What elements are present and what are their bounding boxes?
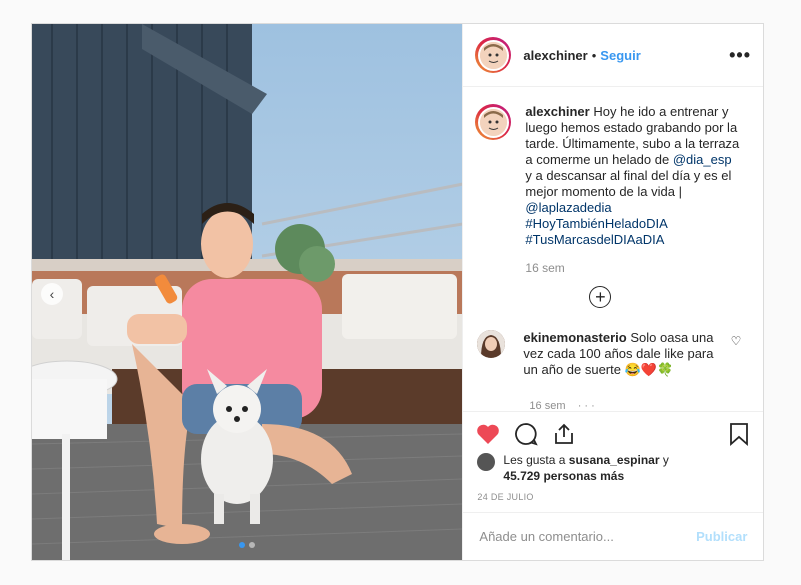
post-date[interactable]: 24 DE JULIO — [477, 492, 533, 502]
caption-body-2: y a descansar al final del día y es el m… — [525, 168, 732, 199]
chevron-left-icon[interactable]: ‹ — [41, 283, 63, 305]
post-photo[interactable]: ‹ — [32, 24, 463, 560]
header-username[interactable]: alexchiner — [523, 48, 587, 63]
hashtag-1[interactable]: #HoyTambiénHeladoDIA — [525, 216, 667, 231]
likes-prefix: Les gusta a — [503, 453, 566, 467]
header-separator: • — [591, 47, 597, 63]
bookmark-icon[interactable] — [728, 422, 750, 446]
post-header: alexchiner • Seguir ••• — [463, 24, 763, 87]
comment-input[interactable]: Añade un comentario... — [479, 529, 613, 544]
post-side-panel: alexchiner • Seguir ••• alexchiner Hoy h… — [462, 24, 764, 560]
next-comment-cutoff: 16 sem · · · — [529, 400, 595, 411]
add-comment-bar: Añade un comentario... Publicar — [463, 512, 764, 560]
add-circle-icon[interactable]: + — [589, 286, 612, 308]
more-icon[interactable]: ••• — [729, 45, 751, 66]
liker-username[interactable]: susana_espinar — [569, 453, 660, 467]
photo-scene — [32, 24, 463, 560]
comment-like-heart-icon[interactable]: ♡ — [731, 334, 742, 348]
hashtag-2[interactable]: #TusMarcasdelDIAaDIA — [525, 232, 664, 247]
share-icon[interactable] — [552, 422, 576, 446]
carousel-dot-1 — [239, 542, 246, 548]
comment-icon[interactable] — [514, 422, 539, 446]
likes-text: Les gusta a susana_espinar y 45.729 pers… — [503, 452, 668, 484]
comments-list[interactable]: alexchiner Hoy he ido a entrenar y luego… — [463, 88, 763, 411]
mention-laplazadedia[interactable]: @laplazadedia — [525, 200, 611, 215]
avatar[interactable] — [475, 37, 512, 73]
liker-avatar[interactable] — [477, 453, 496, 471]
caption-text: alexchiner Hoy he ido a entrenar y luego… — [525, 104, 740, 276]
action-bar — [463, 411, 764, 456]
publish-button[interactable]: Publicar — [696, 529, 747, 544]
caption-username[interactable]: alexchiner — [525, 104, 589, 119]
carousel-dot-2 — [249, 542, 256, 548]
likes-summary: Les gusta a susana_espinar y 45.729 pers… — [477, 452, 757, 484]
caption: alexchiner Hoy he ido a entrenar y luego… — [463, 88, 763, 276]
likes-conj: y — [662, 453, 669, 467]
comment-item: ekinemonasterio Solo oasa una vez cada 1… — [463, 308, 763, 378]
follow-button[interactable]: Seguir — [600, 48, 640, 63]
heart-icon[interactable] — [476, 423, 500, 445]
mention-dia-esp[interactable]: @dia_esp — [673, 152, 732, 167]
comment-avatar[interactable] — [477, 330, 506, 358]
comment-username[interactable]: ekinemonasterio — [523, 330, 626, 345]
post-card: ‹ alexchiner • Seguir ••• alexchiner Hoy… — [31, 23, 764, 561]
carousel-indicator — [32, 542, 462, 548]
caption-avatar[interactable] — [475, 104, 512, 140]
likes-count[interactable]: 45.729 personas más — [503, 469, 624, 483]
comment-text: ekinemonasterio Solo oasa una vez cada 1… — [523, 330, 728, 378]
caption-time[interactable]: 16 sem — [525, 260, 740, 276]
